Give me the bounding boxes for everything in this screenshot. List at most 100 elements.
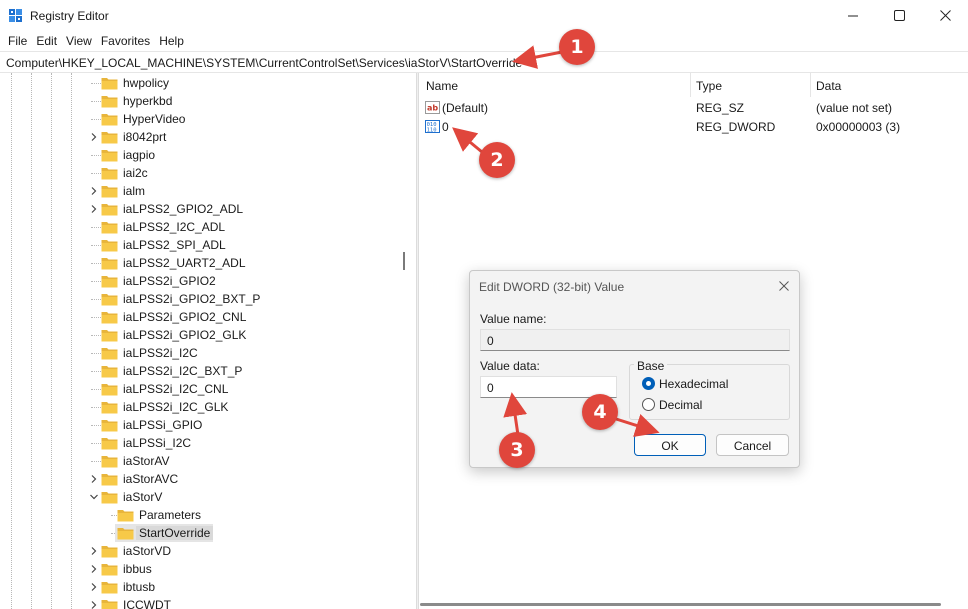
tree-item-iastoravc[interactable]: iaStorAVC xyxy=(0,470,400,488)
tree-item-parameters[interactable]: Parameters xyxy=(0,506,400,524)
tree-item-ialpss2-gpio2-adl[interactable]: iaLPSS2_GPIO2_ADL xyxy=(0,200,400,218)
folder-icon xyxy=(101,582,118,594)
tree-guide-line xyxy=(91,173,101,174)
chevron-right-icon[interactable] xyxy=(89,474,99,484)
menu-help[interactable]: Help xyxy=(155,31,189,51)
dialog-close-icon[interactable] xyxy=(777,279,791,293)
tree-item-ialpss2i-i2c[interactable]: iaLPSS2i_I2C xyxy=(0,344,400,362)
tree-item-hwpolicy[interactable]: hwpolicy xyxy=(0,74,400,92)
folder-icon xyxy=(101,222,118,234)
value-name-field: 0 xyxy=(480,329,790,351)
column-header-name[interactable]: Name xyxy=(420,73,690,97)
tree-item-iastorav[interactable]: iaStorAV xyxy=(0,452,400,470)
folder-icon xyxy=(117,528,134,540)
tree-guide-line xyxy=(91,407,101,408)
svg-text:110: 110 xyxy=(427,128,437,134)
folder-icon xyxy=(101,294,118,306)
tree-item-label: ialm xyxy=(123,184,146,198)
chevron-right-icon[interactable] xyxy=(89,546,99,556)
chevron-right-icon[interactable] xyxy=(89,204,99,214)
dialog-title: Edit DWORD (32-bit) Value xyxy=(479,280,625,294)
tree-item-ialpss2i-i2c-bxt-p[interactable]: iaLPSS2i_I2C_BXT_P xyxy=(0,362,400,380)
column-header-type[interactable]: Type xyxy=(690,73,810,97)
tree-scrollbar-thumb[interactable] xyxy=(403,252,405,270)
base-group-title: Base xyxy=(634,359,668,373)
tree-guide-line xyxy=(91,227,101,228)
folder-icon xyxy=(101,96,118,108)
menu-edit[interactable]: Edit xyxy=(32,31,62,51)
tree-item-ialpss2i-gpio2[interactable]: iaLPSS2i_GPIO2 xyxy=(0,272,400,290)
scrollbar-thumb[interactable] xyxy=(420,603,941,606)
menu-favorites[interactable]: Favorites xyxy=(97,31,155,51)
menu-view[interactable]: View xyxy=(62,31,97,51)
tree-item-ialpss2i-gpio2-glk[interactable]: iaLPSS2i_GPIO2_GLK xyxy=(0,326,400,344)
tree-guide-line xyxy=(91,461,101,462)
close-window-button[interactable] xyxy=(922,0,968,31)
folder-icon xyxy=(101,438,118,450)
address-bar[interactable]: Computer\HKEY_LOCAL_MACHINE\SYSTEM\Curre… xyxy=(0,51,968,73)
tree-item-label: iaLPSS2_GPIO2_ADL xyxy=(123,202,244,216)
column-header-data[interactable]: Data xyxy=(810,73,968,97)
chevron-right-icon[interactable] xyxy=(89,186,99,196)
svg-text:ab: ab xyxy=(427,104,438,113)
tree-item-ialpss2-uart2-adl[interactable]: iaLPSS2_UART2_ADL xyxy=(0,254,400,272)
chevron-right-icon[interactable] xyxy=(89,600,99,609)
tree-item-label: iaStorVD xyxy=(123,544,172,558)
folder-icon xyxy=(101,204,118,216)
tree-item-startoverride[interactable]: StartOverride xyxy=(0,524,400,542)
tree-item-ibbus[interactable]: ibbus xyxy=(0,560,400,578)
list-horizontal-scrollbar[interactable] xyxy=(420,600,968,609)
tree-item-label: iai2c xyxy=(123,166,148,180)
value-row[interactable]: ab (Default) REG_SZ (value not set) xyxy=(420,98,968,117)
tree-item-ialpss2i-gpio2-bxt-p[interactable]: iaLPSS2i_GPIO2_BXT_P xyxy=(0,290,400,308)
minimize-button[interactable] xyxy=(830,0,876,31)
value-name: 0 xyxy=(442,120,449,134)
ok-button[interactable]: OK xyxy=(634,434,706,456)
tree-item-iastorv[interactable]: iaStorV xyxy=(0,488,400,506)
tree-item-iagpio[interactable]: iagpio xyxy=(0,146,400,164)
tree-item-ialpssi-gpio[interactable]: iaLPSSi_GPIO xyxy=(0,416,400,434)
chevron-down-icon[interactable] xyxy=(89,492,99,502)
tree-item-hypervideo[interactable]: HyperVideo xyxy=(0,110,400,128)
tree-item-label: iaLPSS2i_GPIO2_BXT_P xyxy=(123,292,261,306)
address-path[interactable]: Computer\HKEY_LOCAL_MACHINE\SYSTEM\Curre… xyxy=(6,56,522,70)
tree-item-iai2c[interactable]: iai2c xyxy=(0,164,400,182)
chevron-right-icon[interactable] xyxy=(89,582,99,592)
folder-icon xyxy=(101,600,118,609)
tree-item-ibtusb[interactable]: ibtusb xyxy=(0,578,400,596)
tree-item-ialpss2i-i2c-glk[interactable]: iaLPSS2i_I2C_GLK xyxy=(0,398,400,416)
pane-splitter[interactable] xyxy=(416,73,419,609)
tree-item-hyperkbd[interactable]: hyperkbd xyxy=(0,92,400,110)
tree-guide-line xyxy=(91,101,101,102)
tree-item-ialm[interactable]: ialm xyxy=(0,182,400,200)
tree-item-ialpss2i-i2c-cnl[interactable]: iaLPSS2i_I2C_CNL xyxy=(0,380,400,398)
folder-icon xyxy=(101,330,118,342)
tree-item-i8042prt[interactable]: i8042prt xyxy=(0,128,400,146)
tree-item-label: Parameters xyxy=(139,508,202,522)
tree-item-ialpss2i-gpio2-cnl[interactable]: iaLPSS2i_GPIO2_CNL xyxy=(0,308,400,326)
tree-item-ialpss2-i2c-adl[interactable]: iaLPSS2_I2C_ADL xyxy=(0,218,400,236)
tree-item-iastorvd[interactable]: iaStorVD xyxy=(0,542,400,560)
registry-key-tree[interactable]: hwpolicy hyperkbd HyperVideo i8042prt iagpio… xyxy=(0,73,416,609)
tree-item-ialpssi-i2c[interactable]: iaLPSSi_I2C xyxy=(0,434,400,452)
folder-icon xyxy=(101,150,118,162)
cancel-button[interactable]: Cancel xyxy=(716,434,789,456)
folder-icon xyxy=(101,168,118,180)
radio-unselected-icon[interactable] xyxy=(642,398,655,411)
tree-guide-line xyxy=(91,83,101,84)
tree-item-label: hwpolicy xyxy=(123,76,170,90)
tree-guide-line xyxy=(91,281,101,282)
tree-item-label: iagpio xyxy=(123,148,156,162)
tree-guide-line xyxy=(91,443,101,444)
value-row[interactable]: 010 110 0 REG_DWORD 0x00000003 (3) xyxy=(420,117,968,136)
tree-item-iccwdt[interactable]: ICCWDT xyxy=(0,596,400,609)
folder-icon xyxy=(101,276,118,288)
chevron-right-icon[interactable] xyxy=(89,132,99,142)
tree-guide-line xyxy=(91,317,101,318)
menu-file[interactable]: File xyxy=(4,31,32,51)
tree-item-ialpss2-spi-adl[interactable]: iaLPSS2_SPI_ADL xyxy=(0,236,400,254)
callout-4: 4 xyxy=(582,394,618,430)
chevron-right-icon[interactable] xyxy=(89,564,99,574)
radio-selected-icon[interactable] xyxy=(642,377,655,390)
maximize-button[interactable] xyxy=(876,0,922,31)
